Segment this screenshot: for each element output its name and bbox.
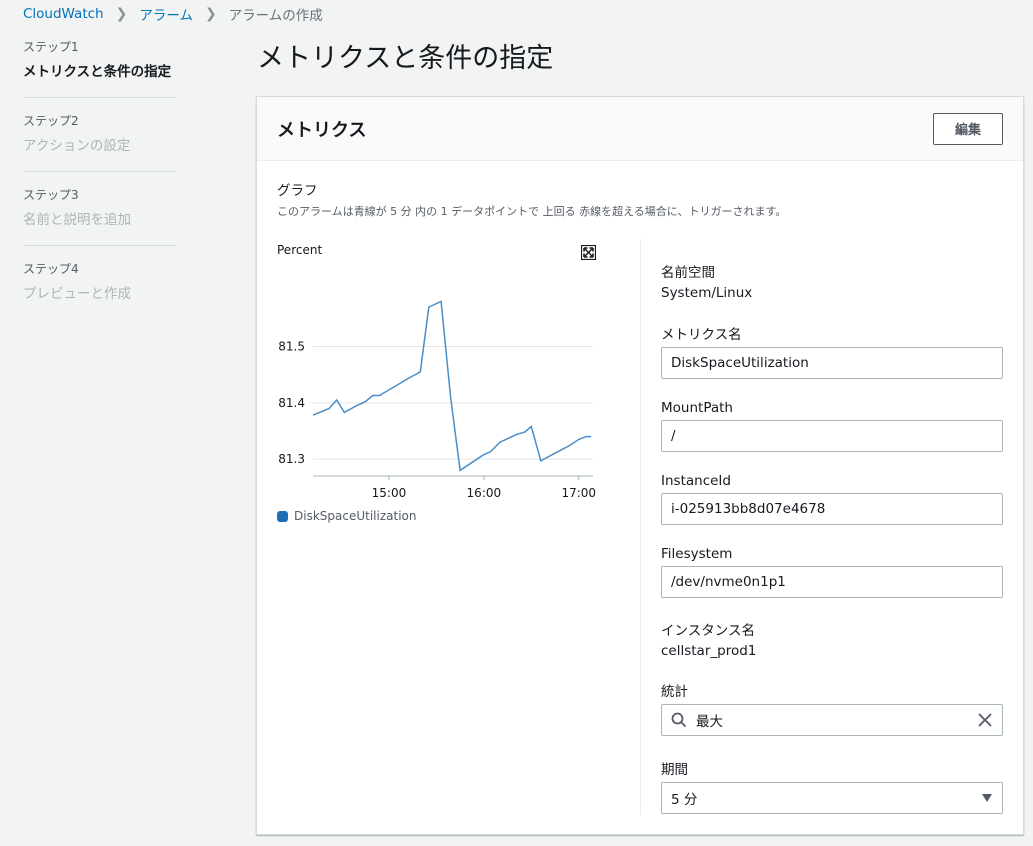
step-1: ステップ1 メトリクスと条件の指定 xyxy=(23,38,176,98)
instanceid-field[interactable]: i-025913bb8d07e4678 xyxy=(661,493,1003,525)
legend-label: DiskSpaceUtilization xyxy=(294,509,417,523)
namespace-label: 名前空間 xyxy=(661,265,715,281)
metric-chart: 81.3 81.4 81.5 15:00 16:00 17:00 Percent Disk… xyxy=(275,239,605,539)
chevron-right-icon: ❯ xyxy=(204,6,217,22)
filesystem-field[interactable]: /dev/nvme0n1p1 xyxy=(661,566,1003,598)
step-number: ステップ1 xyxy=(23,40,79,54)
instanceid-value: i-025913bb8d07e4678 xyxy=(671,501,826,517)
filesystem-group: Filesystem /dev/nvme0n1p1 xyxy=(661,546,1004,598)
expand-icon[interactable] xyxy=(581,245,596,260)
graph-title: グラフ xyxy=(277,183,318,199)
statistic-group: 統計 最大 xyxy=(661,680,1004,736)
chevron-right-icon: ❯ xyxy=(115,6,128,22)
period-group: 期間 5 分 xyxy=(661,758,1004,814)
filesystem-label: Filesystem xyxy=(661,546,733,562)
y-axis-label: Percent xyxy=(277,243,323,257)
step-number: ステップ2 xyxy=(23,114,79,128)
y-tick-label: 81.5 xyxy=(278,340,305,354)
statistic-label: 統計 xyxy=(661,684,688,700)
mountpath-value: / xyxy=(671,428,676,444)
period-select[interactable]: 5 分 xyxy=(661,782,1003,814)
chart-legend[interactable]: DiskSpaceUtilization xyxy=(277,509,416,523)
mountpath-label: MountPath xyxy=(661,400,733,416)
instance-name-group: インスタンス名 cellstar_prod1 xyxy=(661,619,1004,659)
page-title: メトリクスと条件の指定 xyxy=(257,43,554,74)
breadcrumb-cloudwatch[interactable]: CloudWatch xyxy=(23,6,104,22)
y-tick-label: 81.3 xyxy=(278,452,305,466)
clear-icon[interactable] xyxy=(977,712,993,728)
metric-name-label: メトリクス名 xyxy=(661,327,742,343)
metric-name-group: メトリクス名 DiskSpaceUtilization xyxy=(661,323,1004,379)
period-value: 5 分 xyxy=(671,792,698,808)
breadcrumb-current: アラームの作成 xyxy=(228,8,323,24)
step-title: アクションの設定 xyxy=(23,138,131,154)
period-label: 期間 xyxy=(661,762,688,778)
panel-header: メトリクス 編集 xyxy=(257,97,1023,161)
statistic-value: 最大 xyxy=(696,714,723,730)
breadcrumb-alarms[interactable]: アラーム xyxy=(139,4,193,24)
x-tick-label: 15:00 xyxy=(372,486,407,500)
x-tick-label: 16:00 xyxy=(467,486,502,500)
caret-down-icon xyxy=(982,794,992,802)
metric-details: 名前空間 System/Linux メトリクス名 DiskSpaceUtiliz… xyxy=(661,261,1004,814)
namespace-value: System/Linux xyxy=(661,285,753,301)
metric-name-value: DiskSpaceUtilization xyxy=(671,355,809,371)
step-title: プレビューと作成 xyxy=(23,286,131,302)
edit-button[interactable]: 編集 xyxy=(933,112,1003,145)
wizard-steps: ステップ1 メトリクスと条件の指定 ステップ2 アクションの設定 ステップ3 名… xyxy=(23,38,176,333)
breadcrumb: CloudWatch ❯ アラーム ❯ アラームの作成 xyxy=(23,4,323,24)
panel-title: メトリクス xyxy=(277,119,367,141)
legend-swatch xyxy=(277,510,288,522)
step-number: ステップ4 xyxy=(23,262,79,276)
instanceid-group: InstanceId i-025913bb8d07e4678 xyxy=(661,473,1004,525)
x-tick-label: 17:00 xyxy=(561,486,596,500)
divider xyxy=(640,239,641,815)
instance-name-label: インスタンス名 xyxy=(661,623,755,639)
instanceid-label: InstanceId xyxy=(661,473,731,489)
metric-name-field[interactable]: DiskSpaceUtilization xyxy=(661,347,1003,379)
mountpath-group: MountPath / xyxy=(661,400,1004,452)
step-title: 名前と説明を追加 xyxy=(23,212,131,228)
step-3: ステップ3 名前と説明を追加 xyxy=(23,186,176,246)
graph-description: このアラームは青線が 5 分 内の 1 データポイントで 上回る 赤線を超える場… xyxy=(277,205,787,218)
namespace-group: 名前空間 System/Linux xyxy=(661,261,1004,301)
instance-name-value: cellstar_prod1 xyxy=(661,643,757,659)
step-4: ステップ4 プレビューと作成 xyxy=(23,260,176,319)
mountpath-field[interactable]: / xyxy=(661,420,1003,452)
statistic-search-input[interactable]: 最大 xyxy=(661,704,1003,736)
metrics-panel: メトリクス 編集 グラフ このアラームは青線が 5 分 内の 1 データポイント… xyxy=(256,96,1024,835)
step-number: ステップ3 xyxy=(23,188,79,202)
step-title: メトリクスと条件の指定 xyxy=(23,64,172,80)
step-2: ステップ2 アクションの設定 xyxy=(23,112,176,172)
search-icon xyxy=(671,712,687,728)
filesystem-value: /dev/nvme0n1p1 xyxy=(671,574,786,590)
y-tick-label: 81.4 xyxy=(278,396,305,410)
chart-svg: 81.3 81.4 81.5 15:00 16:00 17:00 xyxy=(278,300,596,500)
series-line-diskspaceutilization xyxy=(312,300,592,472)
graph-header: グラフ このアラームは青線が 5 分 内の 1 データポイントで 上回る 赤線を… xyxy=(277,179,786,219)
